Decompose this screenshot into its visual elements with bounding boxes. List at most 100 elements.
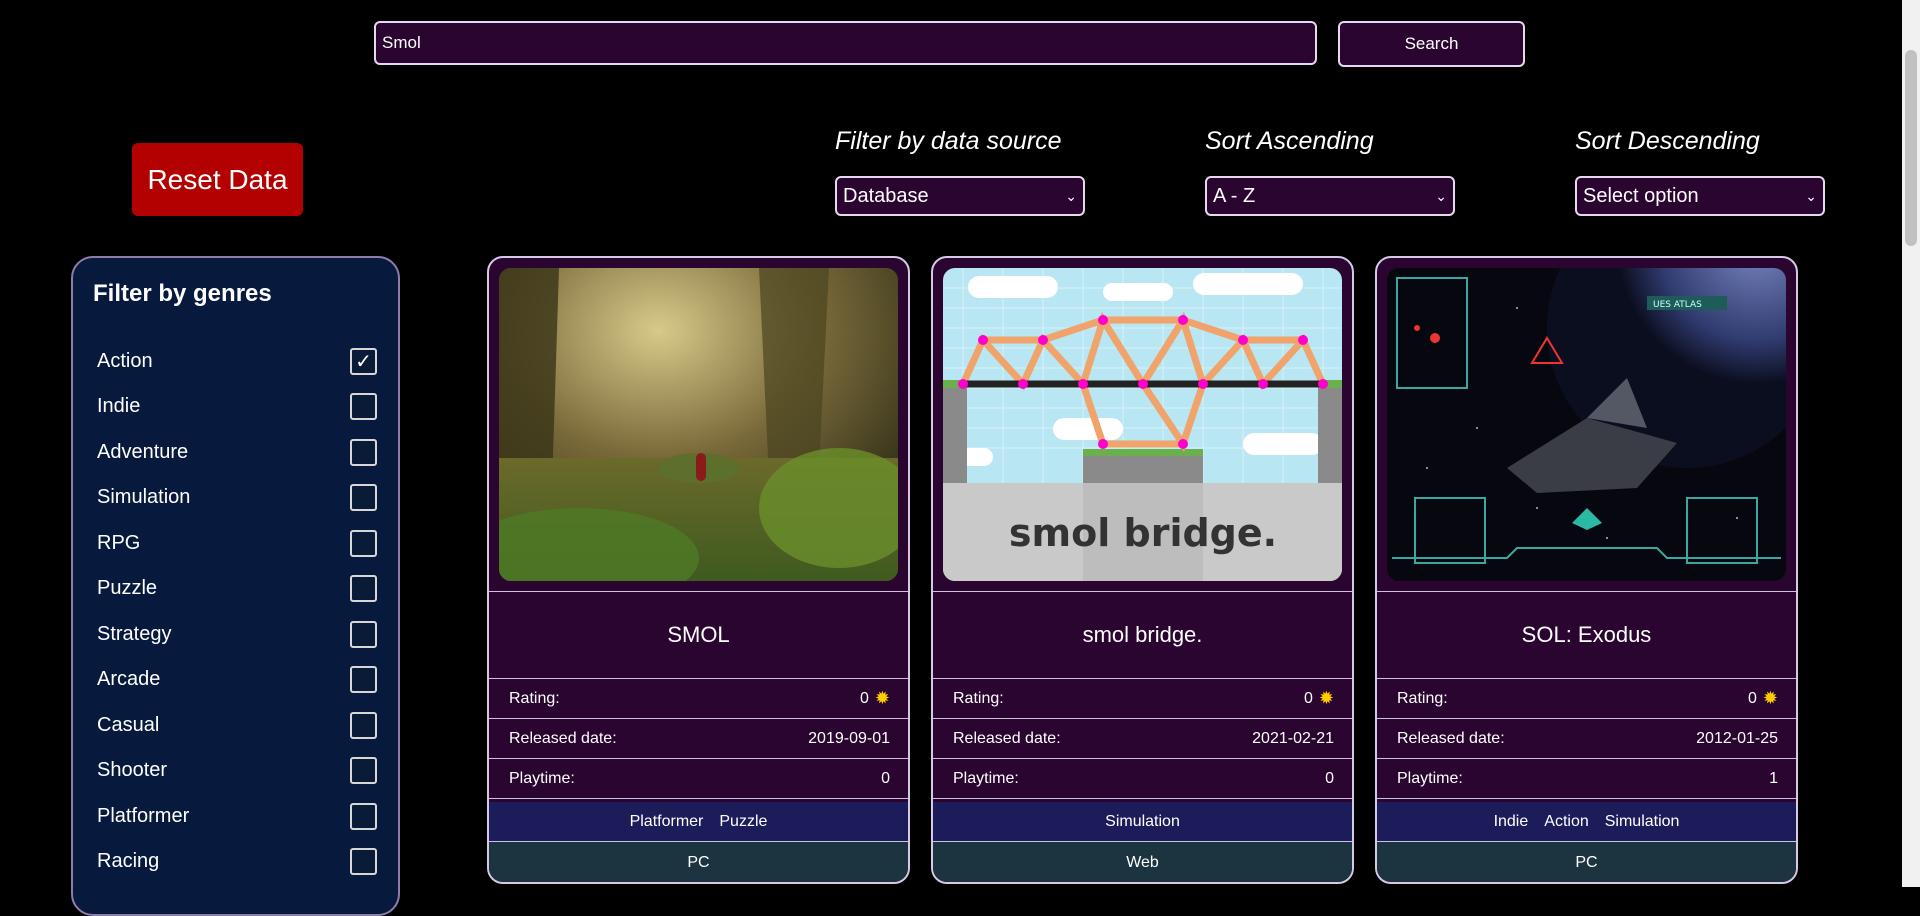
genre-tag: Platformer — [629, 812, 704, 830]
genre-checkbox-simulation[interactable] — [350, 483, 377, 511]
genre-tag: Indie — [1493, 812, 1529, 830]
genre-row-indie: Indie — [97, 389, 377, 423]
released-value: 2012-01-25 — [1696, 729, 1778, 747]
game-genres: Platformer Puzzle — [489, 802, 908, 842]
genre-label: Arcade — [97, 667, 161, 690]
genre-filter-title: Filter by genres — [93, 280, 272, 307]
game-title[interactable]: SOL: Exodus — [1377, 591, 1796, 679]
sort-descending-label: Sort Descending — [1575, 127, 1760, 155]
rating-label: Rating: — [1397, 689, 1448, 707]
game-card-sol-exodus[interactable]: UES ATLAS SOL: Exodus Rating: 0 ✹ Release… — [1375, 256, 1798, 884]
page-scrollbar[interactable] — [1902, 0, 1920, 887]
rating-row: Rating: 0 ✹ — [933, 679, 1352, 719]
game-card-smol-bridge[interactable]: smol bridge. smol bridge. Rating: 0 ✹ Rel… — [931, 256, 1354, 884]
game-cover-image[interactable] — [499, 268, 898, 581]
genre-label: Action — [97, 349, 153, 372]
genre-checkbox-shooter[interactable] — [350, 756, 377, 784]
chevron-down-icon: ⌄ — [1065, 187, 1077, 204]
game-cover-image[interactable]: UES ATLAS — [1387, 268, 1786, 581]
released-value: 2021-02-21 — [1252, 729, 1334, 747]
chevron-down-icon: ⌄ — [1435, 187, 1447, 204]
genre-row-action: Action ✓ — [97, 344, 377, 378]
data-source-filter-label: Filter by data source — [835, 127, 1062, 155]
rating-value: 0 — [860, 689, 869, 707]
genre-row-platformer: Platformer — [97, 799, 377, 833]
rating-row: Rating: 0 ✹ — [489, 679, 908, 719]
genre-label: Racing — [97, 849, 160, 872]
genre-checkbox-indie[interactable] — [350, 392, 377, 420]
platform-tag: Web — [1126, 854, 1159, 871]
rating-row: Rating: 0 ✹ — [1377, 679, 1796, 719]
genre-checkbox-strategy[interactable] — [350, 620, 377, 648]
playtime-label: Playtime: — [509, 769, 575, 787]
game-platform: PC — [1377, 842, 1796, 882]
scrollbar-thumb[interactable] — [1905, 50, 1917, 246]
genre-row-rpg: RPG — [97, 526, 377, 560]
chevron-down-icon: ⌄ — [1805, 187, 1817, 204]
genre-row-racing: Racing — [97, 844, 377, 878]
sun-icon: ✹ — [1762, 688, 1778, 708]
rating-value: 0 — [1304, 689, 1313, 707]
sort-descending-selected-value: Select option — [1583, 184, 1699, 207]
released-row: Released date: 2012-01-25 — [1377, 719, 1796, 759]
data-source-selected-value: Database — [843, 184, 929, 207]
genre-tag: Simulation — [1105, 812, 1180, 830]
playtime-label: Playtime: — [1397, 769, 1463, 787]
search-input[interactable] — [374, 21, 1317, 65]
data-source-select[interactable]: Database ⌄ — [835, 176, 1085, 216]
game-platform: Web — [933, 842, 1352, 882]
game-card-smol[interactable]: SMOL Rating: 0 ✹ Released date: 2019-09-0… — [487, 256, 910, 884]
released-label: Released date: — [1397, 729, 1505, 747]
genre-row-arcade: Arcade — [97, 662, 377, 696]
genre-label: Strategy — [97, 622, 172, 645]
genre-row-adventure: Adventure — [97, 435, 377, 469]
genre-row-simulation: Simulation — [97, 480, 377, 514]
playtime-row: Playtime: 1 — [1377, 759, 1796, 799]
genre-label: Simulation — [97, 485, 191, 508]
genre-label: Indie — [97, 394, 141, 417]
game-title[interactable]: smol bridge. — [933, 591, 1352, 679]
playtime-row: Playtime: 0 — [489, 759, 908, 799]
genre-checkbox-adventure[interactable] — [350, 438, 377, 466]
cover-text: smol bridge. — [1009, 511, 1277, 555]
genre-row-strategy: Strategy — [97, 617, 377, 651]
genre-tag: Action — [1544, 812, 1589, 830]
genre-checkbox-action[interactable]: ✓ — [350, 347, 377, 375]
hud-text: UES ATLAS — [1653, 300, 1702, 310]
sort-descending-select[interactable]: Select option ⌄ — [1575, 176, 1825, 216]
rating-value: 0 — [1748, 689, 1757, 707]
game-genres: Simulation — [933, 802, 1352, 842]
reset-data-button[interactable]: Reset Data — [132, 143, 303, 216]
playtime-value: 0 — [1325, 769, 1334, 787]
game-cover-image[interactable]: smol bridge. — [943, 268, 1342, 581]
genre-checkbox-platformer[interactable] — [350, 802, 377, 830]
released-row: Released date: 2019-09-01 — [489, 719, 908, 759]
platform-tag: PC — [687, 854, 710, 871]
playtime-row: Playtime: 0 — [933, 759, 1352, 799]
genre-checkbox-racing[interactable] — [350, 847, 377, 875]
playtime-value: 1 — [1769, 769, 1778, 787]
sort-ascending-selected-value: A - Z — [1213, 184, 1256, 207]
genre-checkbox-puzzle[interactable] — [350, 574, 377, 602]
platform-tag: PC — [1575, 854, 1598, 871]
genre-label: Puzzle — [97, 576, 158, 599]
playtime-label: Playtime: — [953, 769, 1019, 787]
genre-checkbox-rpg[interactable] — [350, 529, 377, 557]
genre-label: Casual — [97, 713, 160, 736]
genre-row-shooter: Shooter — [97, 753, 377, 787]
genre-checkbox-arcade[interactable] — [350, 665, 377, 693]
genre-row-casual: Casual — [97, 708, 377, 742]
released-label: Released date: — [509, 729, 617, 747]
sun-icon: ✹ — [1318, 688, 1334, 708]
genre-label: Shooter — [97, 758, 168, 781]
released-label: Released date: — [953, 729, 1061, 747]
genre-checkbox-casual[interactable] — [350, 711, 377, 739]
search-button[interactable]: Search — [1338, 21, 1525, 67]
sort-ascending-select[interactable]: A - Z ⌄ — [1205, 176, 1455, 216]
game-platform: PC — [489, 842, 908, 882]
released-row: Released date: 2021-02-21 — [933, 719, 1352, 759]
game-genres: Indie Action Simulation — [1377, 802, 1796, 842]
rating-label: Rating: — [953, 689, 1004, 707]
game-title[interactable]: SMOL — [489, 591, 908, 679]
genre-row-puzzle: Puzzle — [97, 571, 377, 605]
